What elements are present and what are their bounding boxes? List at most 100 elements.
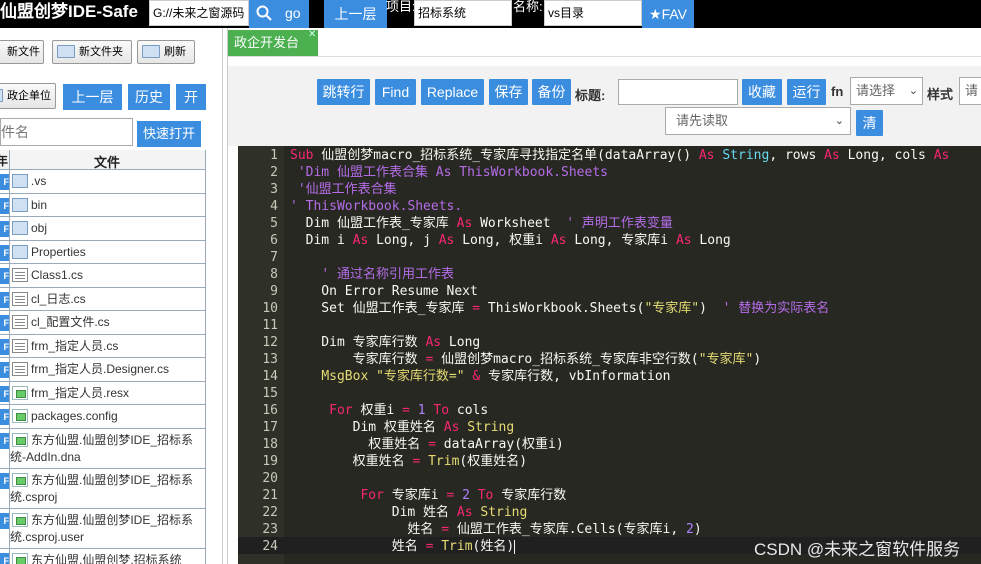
file-row-select-cell[interactable]: F [0, 428, 10, 468]
file-row-select-cell[interactable]: F [0, 217, 10, 240]
file-row-select-cell[interactable]: F [0, 193, 10, 216]
new-file-button[interactable]: 新文件 [0, 40, 44, 64]
file-row[interactable]: F Class1.cs [0, 264, 205, 288]
backup-button[interactable]: 备份 [532, 79, 571, 105]
file-row-select-cell[interactable]: F [0, 264, 10, 287]
file-name: .vs [31, 174, 47, 188]
line-number: 17 [262, 420, 278, 435]
file-row-marker: F [0, 221, 9, 237]
code-line: Dim 专家库行数 As Long [290, 335, 481, 350]
file-row-select-cell[interactable]: F [0, 358, 10, 381]
document-icon [12, 291, 28, 306]
line-number: 19 [262, 454, 278, 469]
app-title: 仙盟创梦IDE-Safe [0, 2, 138, 21]
editor-toolbar: 跳转行 Find Replace 保存 备份 标题: 收藏 运行 fn 请选择 … [228, 66, 981, 146]
file-row-select-cell[interactable]: F [0, 334, 10, 357]
favorite-button[interactable]: 收藏 [742, 79, 782, 105]
file-row[interactable]: Fobj [0, 217, 205, 241]
file-row[interactable]: Fpackages.config [0, 405, 205, 429]
code-line: 姓名 = 仙盟工作表_专家库.Cells(专家库i, 2) [290, 522, 702, 537]
code-line: 专家库行数 = 仙盟创梦macro_招标系统_专家库非空行数("专家库") [290, 352, 762, 367]
fn-select[interactable]: 请选择 ⌄ [850, 77, 923, 105]
image-icon [12, 552, 28, 564]
top-up-button[interactable]: 上一层 [324, 0, 387, 28]
file-name: obj [31, 221, 48, 235]
file-row-select-cell[interactable]: F [0, 170, 10, 193]
close-icon[interactable]: ✕ [308, 30, 316, 40]
line-number: 15 [262, 386, 278, 401]
file-row[interactable]: Ffrm_指定人员.Designer.cs [0, 358, 205, 382]
file-row-marker: F [0, 385, 9, 402]
file-row[interactable]: Ffrm_指定人员.cs [0, 334, 205, 358]
file-row-select-cell[interactable]: F [0, 405, 10, 428]
file-row[interactable]: Fcl_日志.cs [0, 287, 205, 311]
tab-dev-console[interactable]: 政企开发台 [228, 30, 318, 56]
company-unit-button[interactable]: 政企单位 [0, 83, 56, 109]
line-number: 5 [270, 216, 278, 231]
style-input[interactable]: 请 [959, 77, 981, 105]
name-input[interactable]: vs目录 [544, 0, 642, 26]
file-row[interactable]: Fcl_配置文件.cs [0, 311, 205, 335]
file-row-marker: F [0, 315, 9, 331]
history-button[interactable]: 历史 [128, 84, 170, 110]
line-number: 18 [262, 437, 278, 452]
line-number: 1 [270, 148, 278, 163]
clear-button[interactable]: 清 [856, 110, 883, 136]
file-name-input[interactable]: 件名 [0, 118, 133, 146]
goto-line-button[interactable]: 跳转行 [317, 79, 370, 105]
image-icon [12, 385, 28, 400]
path-input[interactable]: G://未来之窗源码 [149, 0, 249, 26]
find-button[interactable]: Find [375, 79, 416, 105]
project-label: 项目: [386, 0, 416, 14]
file-row-select-cell[interactable]: F [0, 548, 10, 564]
file-row-marker: F [0, 409, 9, 425]
file-row[interactable]: F 东方仙盟.仙盟创梦IDE_招标系 统-AddIn.dna [0, 428, 205, 469]
project-input[interactable]: 招标系统 [414, 0, 512, 26]
file-row[interactable]: F .vs [0, 170, 205, 194]
code-line: '仙盟工作表合集 [290, 182, 397, 197]
file-name: 东方仙盟.仙盟创梦IDE_招标系 [31, 472, 194, 487]
path-go-button[interactable]: go [249, 0, 309, 28]
file-row-select-cell[interactable]: F [0, 240, 10, 263]
image-icon [12, 512, 28, 527]
save-button[interactable]: 保存 [489, 79, 528, 105]
line-number: 24 [262, 539, 278, 554]
folder-icon [12, 197, 28, 212]
file-row[interactable]: Ffrm_指定人员.resx [0, 381, 205, 405]
file-name-continued: 统.csproj.user [10, 529, 85, 544]
file-row[interactable]: Fbin [0, 193, 205, 217]
ide-window: 仙盟创梦IDE-Safe G://未来之窗源码 go 上一层 项目: 招标系统 … [0, 0, 981, 564]
run-button[interactable]: 运行 [787, 79, 826, 105]
code-line: On Error Resume Next [290, 284, 478, 299]
file-row[interactable]: F Properties [0, 240, 205, 264]
refresh-button[interactable]: 刷新 [137, 40, 195, 64]
file-row-select-cell[interactable]: F [0, 311, 10, 334]
replace-button[interactable]: Replace [421, 79, 484, 105]
chevron-down-icon: ⌄ [908, 85, 918, 97]
new-folder-button[interactable]: 新文件夹 [52, 40, 132, 64]
code-line: Dim i As Long, j As Long, 权重i As Long, 专… [290, 233, 731, 248]
read-select[interactable]: 请先读取 ⌄ [665, 107, 851, 135]
file-row-select-cell[interactable]: F [0, 381, 10, 404]
file-row-marker: F [0, 362, 9, 378]
file-name-continued: 统-AddIn.dna [10, 449, 81, 464]
file-row[interactable]: F 东方仙盟.仙盟创梦IDE_招标系 统.csproj [0, 468, 205, 509]
code-editor[interactable]: 1 2 3 4 5 6 7 8 9 10 11 12 13 14 15 16 17 18 19 20 21 22 23 24 … [238, 146, 981, 564]
watermark: CSDN @未来之窗软件服务 [754, 540, 961, 559]
open-button[interactable]: 开 [176, 84, 206, 110]
quick-open-button[interactable]: 快速打开 [137, 121, 201, 147]
title-input[interactable] [618, 79, 738, 105]
code-line: Dim 权重姓名 As String [290, 420, 515, 435]
file-row[interactable]: F 东方仙盟.仙盟创梦IDE_招标系 统.csproj.user [0, 508, 205, 549]
code-line: Set 仙盟工作表_专家库 = ThisWorkbook.Sheets("专家库… [290, 301, 830, 316]
file-row-select-cell[interactable]: F [0, 468, 10, 508]
fav-button[interactable]: ★FAV [642, 0, 694, 28]
refresh-label: 刷新 [164, 46, 186, 58]
file-row-select-cell[interactable]: F [0, 508, 10, 548]
left-up-button[interactable]: 上一层 [63, 84, 122, 110]
line-number: 6 [270, 233, 278, 248]
file-row[interactable]: F 东方仙盟.仙盟创梦.招标系统 [0, 548, 205, 564]
file-row-marker: F [0, 432, 9, 449]
file-row-select-cell[interactable]: F [0, 287, 10, 310]
line-number: 8 [270, 267, 278, 282]
